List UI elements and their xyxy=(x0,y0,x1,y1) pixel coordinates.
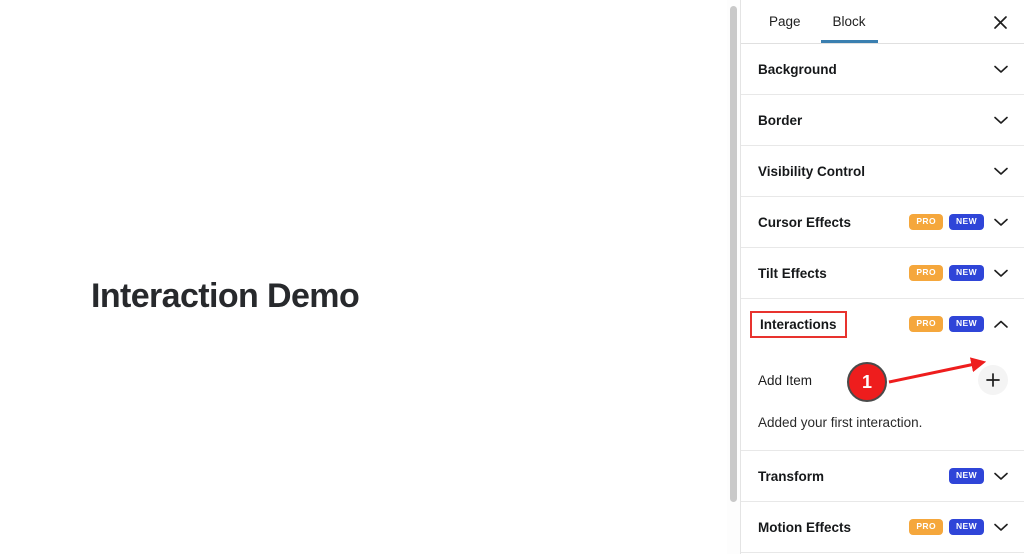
editor-canvas: Interaction Demo xyxy=(0,0,727,554)
canvas-scrollbar-thumb[interactable] xyxy=(730,6,737,502)
section-header-border[interactable]: Border xyxy=(741,95,1024,145)
section-badges-tilt-effects: PRO NEW xyxy=(909,265,990,281)
inspector-panel: Page Block Background Border Visibility … xyxy=(740,0,1024,554)
section-header-tilt-effects[interactable]: Tilt Effects PRO NEW xyxy=(741,248,1024,298)
section-header-background[interactable]: Background xyxy=(741,44,1024,94)
tab-page-label: Page xyxy=(769,14,801,29)
chevron-up-icon[interactable] xyxy=(990,313,1012,335)
chevron-down-icon[interactable] xyxy=(990,160,1012,182)
section-badges-cursor-effects: PRO NEW xyxy=(909,214,990,230)
section-title-border: Border xyxy=(758,112,803,128)
plus-icon[interactable] xyxy=(978,365,1008,395)
interactions-helper-text: Added your first interaction. xyxy=(758,415,923,430)
tab-block-label: Block xyxy=(832,14,866,29)
section-tilt-effects: Tilt Effects PRO NEW xyxy=(741,248,1024,299)
section-cursor-effects: Cursor Effects PRO NEW xyxy=(741,197,1024,248)
add-item-row: Add Item xyxy=(758,363,1008,397)
add-item-label: Add Item xyxy=(758,372,813,388)
canvas-scrollbar-track[interactable] xyxy=(727,0,740,554)
interactions-body: Add Item Added your first interaction. xyxy=(741,349,1024,450)
badge-pro: PRO xyxy=(909,519,943,535)
section-motion-effects: Motion Effects PRO NEW xyxy=(741,502,1024,553)
badge-pro: PRO xyxy=(909,214,943,230)
section-transform: Transform NEW xyxy=(741,451,1024,502)
section-title-transform: Transform xyxy=(758,468,825,484)
inspector-tabbar: Page Block xyxy=(741,0,1024,44)
chevron-down-icon[interactable] xyxy=(990,465,1012,487)
tab-block[interactable]: Block xyxy=(820,0,878,43)
section-header-transform[interactable]: Transform NEW xyxy=(741,451,1024,501)
chevron-down-icon[interactable] xyxy=(990,109,1012,131)
badge-pro: PRO xyxy=(909,265,943,281)
close-icon[interactable] xyxy=(986,8,1014,36)
badge-new: NEW xyxy=(948,316,984,332)
section-title-background: Background xyxy=(758,61,837,77)
tab-page[interactable]: Page xyxy=(757,0,813,43)
section-header-visibility-control[interactable]: Visibility Control xyxy=(741,146,1024,196)
section-visibility-control: Visibility Control xyxy=(741,146,1024,197)
section-title-visibility-control: Visibility Control xyxy=(758,163,866,179)
section-badges-interactions: PRO NEW xyxy=(909,316,990,332)
section-title-motion-effects: Motion Effects xyxy=(758,519,851,535)
section-badges-motion-effects: PRO NEW xyxy=(909,519,990,535)
section-title-cursor-effects: Cursor Effects xyxy=(758,214,852,230)
section-interactions: Interactions PRO NEW Add Item Added your… xyxy=(741,299,1024,451)
section-title-interactions: Interactions xyxy=(750,310,847,338)
section-border: Border xyxy=(741,95,1024,146)
section-title-tilt-effects: Tilt Effects xyxy=(758,265,827,281)
section-header-motion-effects[interactable]: Motion Effects PRO NEW xyxy=(741,502,1024,552)
section-badges-transform: NEW xyxy=(948,468,990,484)
chevron-down-icon[interactable] xyxy=(990,516,1012,538)
chevron-down-icon[interactable] xyxy=(990,262,1012,284)
badge-new: NEW xyxy=(948,214,984,230)
chevron-down-icon[interactable] xyxy=(990,58,1012,80)
badge-new: NEW xyxy=(948,519,984,535)
section-header-interactions[interactable]: Interactions PRO NEW xyxy=(741,299,1024,349)
badge-new: NEW xyxy=(948,468,984,484)
section-header-cursor-effects[interactable]: Cursor Effects PRO NEW xyxy=(741,197,1024,247)
section-background: Background xyxy=(741,44,1024,95)
page-title: Interaction Demo xyxy=(91,277,360,315)
chevron-down-icon[interactable] xyxy=(990,211,1012,233)
badge-new: NEW xyxy=(948,265,984,281)
badge-pro: PRO xyxy=(909,316,943,332)
